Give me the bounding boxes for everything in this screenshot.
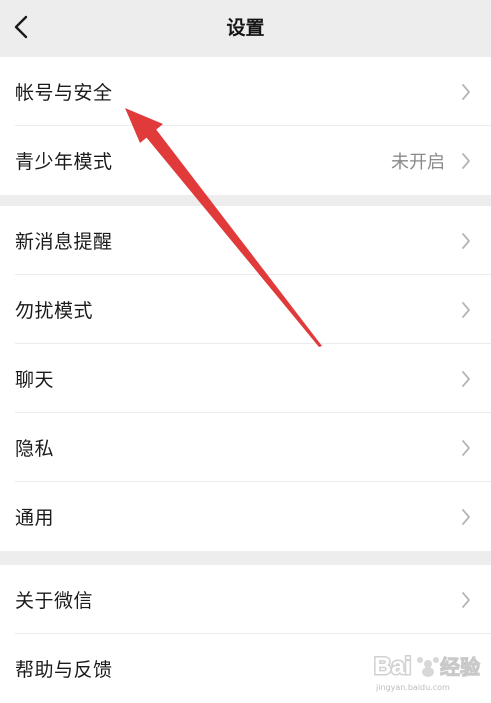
settings-item-help-feedback[interactable]: 帮助与反馈	[0, 634, 491, 703]
settings-item-label: 帐号与安全	[15, 82, 113, 104]
settings-item-about-wechat[interactable]: 关于微信	[0, 565, 491, 634]
settings-group-about: 关于微信 帮助与反馈	[0, 565, 491, 703]
chevron-right-icon	[462, 591, 470, 608]
chevron-right-icon	[462, 439, 470, 456]
settings-item-teen-mode[interactable]: 青少年模式 未开启	[0, 126, 491, 195]
settings-group-account: 帐号与安全 青少年模式 未开启	[0, 57, 491, 195]
settings-item-label: 聊天	[15, 369, 55, 391]
chevron-right-icon	[462, 232, 470, 249]
chevron-right-icon	[462, 660, 470, 677]
chevron-right-icon	[462, 508, 470, 525]
settings-item-label: 勿扰模式	[15, 300, 94, 322]
settings-item-new-message-alerts[interactable]: 新消息提醒	[0, 206, 491, 275]
settings-item-label: 通用	[15, 507, 55, 529]
navigation-bar: 设置	[0, 0, 491, 56]
settings-item-label: 关于微信	[15, 590, 94, 612]
settings-item-general[interactable]: 通用	[0, 482, 491, 551]
settings-item-label: 新消息提醒	[15, 231, 113, 253]
settings-item-do-not-disturb[interactable]: 勿扰模式	[0, 275, 491, 344]
settings-item-label: 青少年模式	[15, 151, 113, 173]
settings-item-label: 隐私	[15, 438, 55, 460]
chevron-right-icon	[462, 152, 470, 169]
chevron-right-icon	[462, 370, 470, 387]
settings-item-value: 未开启	[391, 151, 445, 173]
settings-item-label: 帮助与反馈	[15, 659, 113, 681]
page-title: 设置	[226, 17, 265, 39]
settings-item-privacy[interactable]: 隐私	[0, 413, 491, 482]
chevron-right-icon	[462, 301, 470, 318]
settings-group-general: 新消息提醒 勿扰模式 聊天 隐私 通用	[0, 206, 491, 551]
settings-item-account-security[interactable]: 帐号与安全	[0, 57, 491, 126]
chevron-right-icon	[462, 83, 470, 100]
settings-item-chats[interactable]: 聊天	[0, 344, 491, 413]
